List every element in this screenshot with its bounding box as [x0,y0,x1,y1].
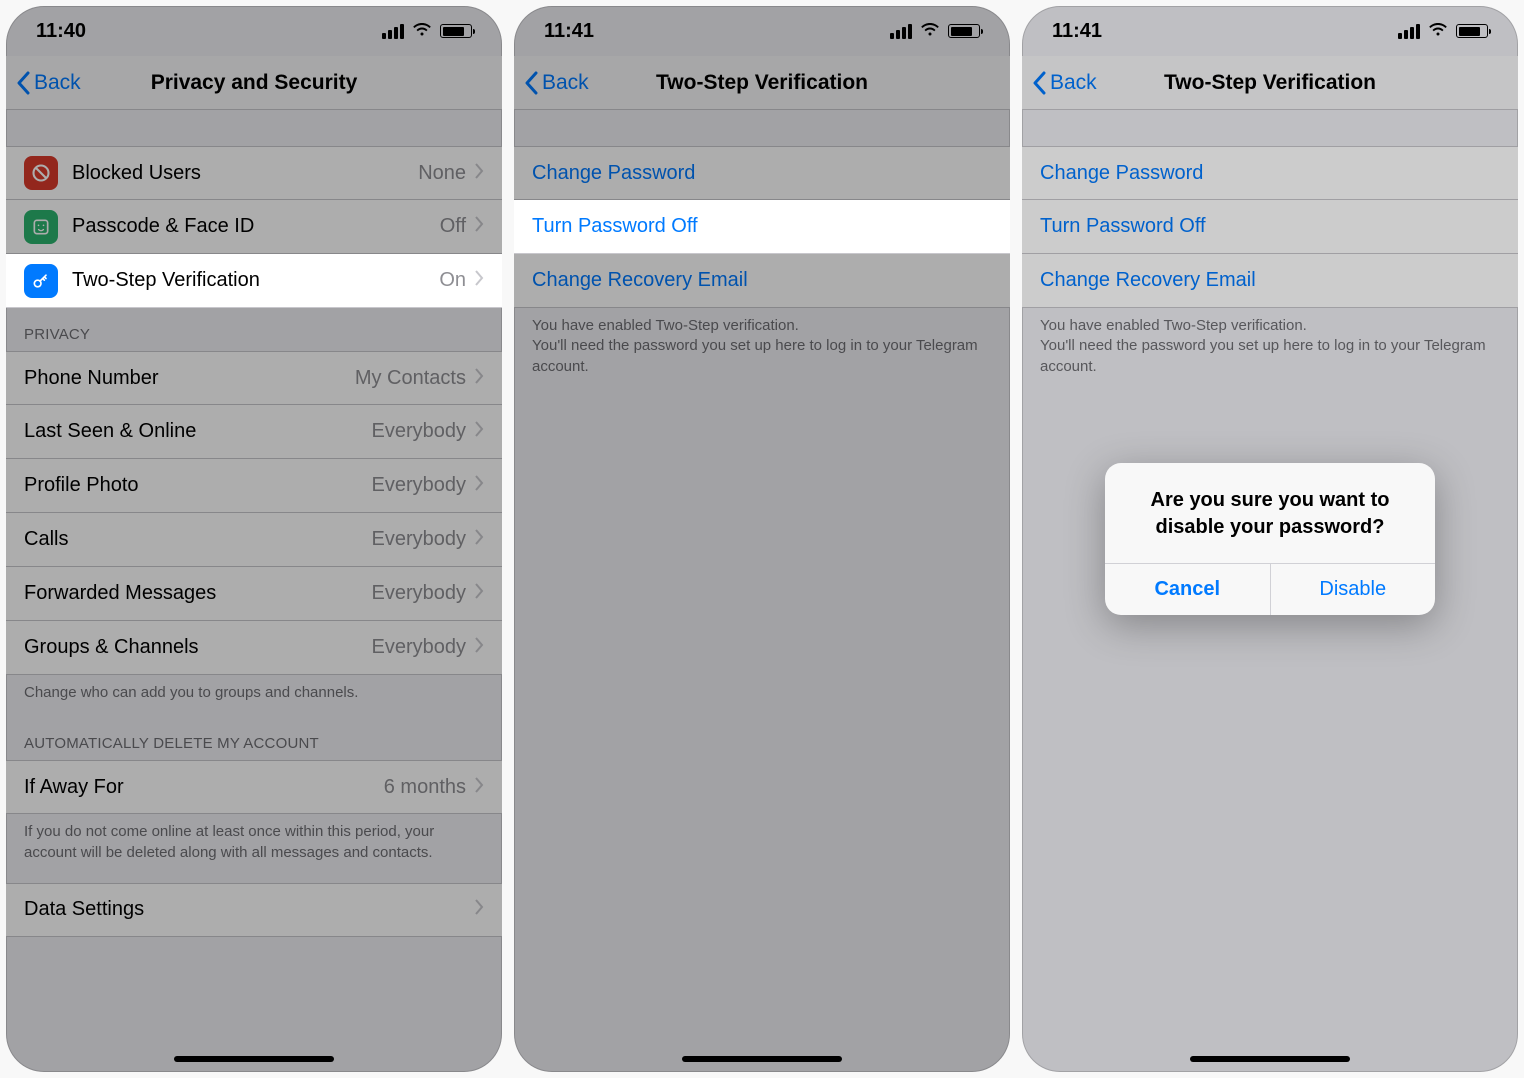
row-blocked-users[interactable]: Blocked Users None [6,146,502,200]
settings-list[interactable]: Change Password Turn Password Off Change… [514,110,1010,391]
row-calls[interactable]: Calls Everybody [6,513,502,567]
row-value: Everybody [372,528,467,551]
row-value: On [439,269,466,292]
row-label: Groups & Channels [24,636,372,659]
home-indicator[interactable] [682,1056,842,1062]
row-passcode-faceid[interactable]: Passcode & Face ID Off [6,200,502,254]
faceid-icon [24,210,58,244]
row-change-recovery-email[interactable]: Change Recovery Email [514,254,1010,308]
screen-two-step-confirm: 11:41 Back Two-Step Verification Change … [1022,6,1518,1072]
row-profile-photo[interactable]: Profile Photo Everybody [6,459,502,513]
chevron-right-icon [474,777,484,798]
row-label: Change Password [532,162,992,185]
row-value: None [418,162,466,185]
chevron-right-icon [474,637,484,658]
row-value: Everybody [372,420,467,443]
alert-cancel-button[interactable]: Cancel [1105,564,1271,615]
status-bar: 11:40 [6,6,502,56]
row-value: Off [440,215,466,238]
row-label: Profile Photo [24,474,372,497]
row-label: Forwarded Messages [24,582,372,605]
row-phone-number[interactable]: Phone Number My Contacts [6,351,502,405]
section-header-delete: AUTOMATICALLY DELETE MY ACCOUNT [6,717,502,760]
section-footer: You have enabled Two-Step verification. … [514,308,1010,391]
back-button[interactable]: Back [16,71,81,95]
row-value: 6 months [384,776,466,799]
chevron-right-icon [474,583,484,604]
chevron-right-icon [474,421,484,442]
row-label: Blocked Users [72,162,418,185]
row-label: Calls [24,528,372,551]
row-label: If Away For [24,776,384,799]
wifi-icon [920,20,940,43]
chevron-right-icon [474,270,484,291]
chevron-right-icon [474,163,484,184]
row-value: Everybody [372,474,467,497]
row-label: Turn Password Off [532,215,992,238]
row-forwarded-messages[interactable]: Forwarded Messages Everybody [6,567,502,621]
row-value: Everybody [372,582,467,605]
key-icon [24,264,58,298]
screen-two-step-verification: 11:41 Back Two-Step Verification Change … [514,6,1010,1072]
status-time: 11:40 [36,20,86,43]
confirm-dialog: Are you sure you want to disable your pa… [1105,463,1435,615]
row-value: My Contacts [355,367,466,390]
back-label: Back [542,71,589,95]
section-footer-privacy: Change who can add you to groups and cha… [6,675,502,717]
row-label: Data Settings [24,898,474,921]
row-label: Change Recovery Email [532,269,992,292]
row-two-step-verification[interactable]: Two-Step Verification On [6,254,502,308]
alert-overlay: Are you sure you want to disable your pa… [1022,6,1518,1072]
blocked-icon [24,156,58,190]
alert-disable-button[interactable]: Disable [1271,564,1436,615]
alert-message: Are you sure you want to disable your pa… [1105,463,1435,563]
status-bar: 11:41 [514,6,1010,56]
section-header-privacy: PRIVACY [6,308,502,351]
row-label: Last Seen & Online [24,420,372,443]
row-label: Two-Step Verification [72,269,439,292]
row-data-settings[interactable]: Data Settings [6,883,502,937]
chevron-right-icon [474,368,484,389]
wifi-icon [412,20,432,43]
home-indicator[interactable] [1190,1056,1350,1062]
chevron-right-icon [474,475,484,496]
cell-signal-icon [382,24,404,39]
nav-bar: Back Two-Step Verification [514,56,1010,110]
row-label: Phone Number [24,367,355,390]
battery-icon [948,24,980,38]
row-turn-password-off[interactable]: Turn Password Off [514,200,1010,254]
row-groups-channels[interactable]: Groups & Channels Everybody [6,621,502,675]
settings-list[interactable]: Blocked Users None Passcode & Face ID Of… [6,110,502,937]
battery-icon [440,24,472,38]
status-time: 11:41 [544,20,594,43]
back-label: Back [34,71,81,95]
row-if-away-for[interactable]: If Away For 6 months [6,760,502,814]
back-button[interactable]: Back [524,71,589,95]
chevron-right-icon [474,216,484,237]
row-value: Everybody [372,636,467,659]
section-footer-delete: If you do not come online at least once … [6,814,502,877]
screen-privacy-security: 11:40 Back Privacy and Security Blocked … [6,6,502,1072]
row-last-seen[interactable]: Last Seen & Online Everybody [6,405,502,459]
chevron-right-icon [474,899,484,920]
nav-bar: Back Privacy and Security [6,56,502,110]
chevron-right-icon [474,529,484,550]
home-indicator[interactable] [174,1056,334,1062]
row-change-password[interactable]: Change Password [514,146,1010,200]
cell-signal-icon [890,24,912,39]
row-label: Passcode & Face ID [72,215,440,238]
